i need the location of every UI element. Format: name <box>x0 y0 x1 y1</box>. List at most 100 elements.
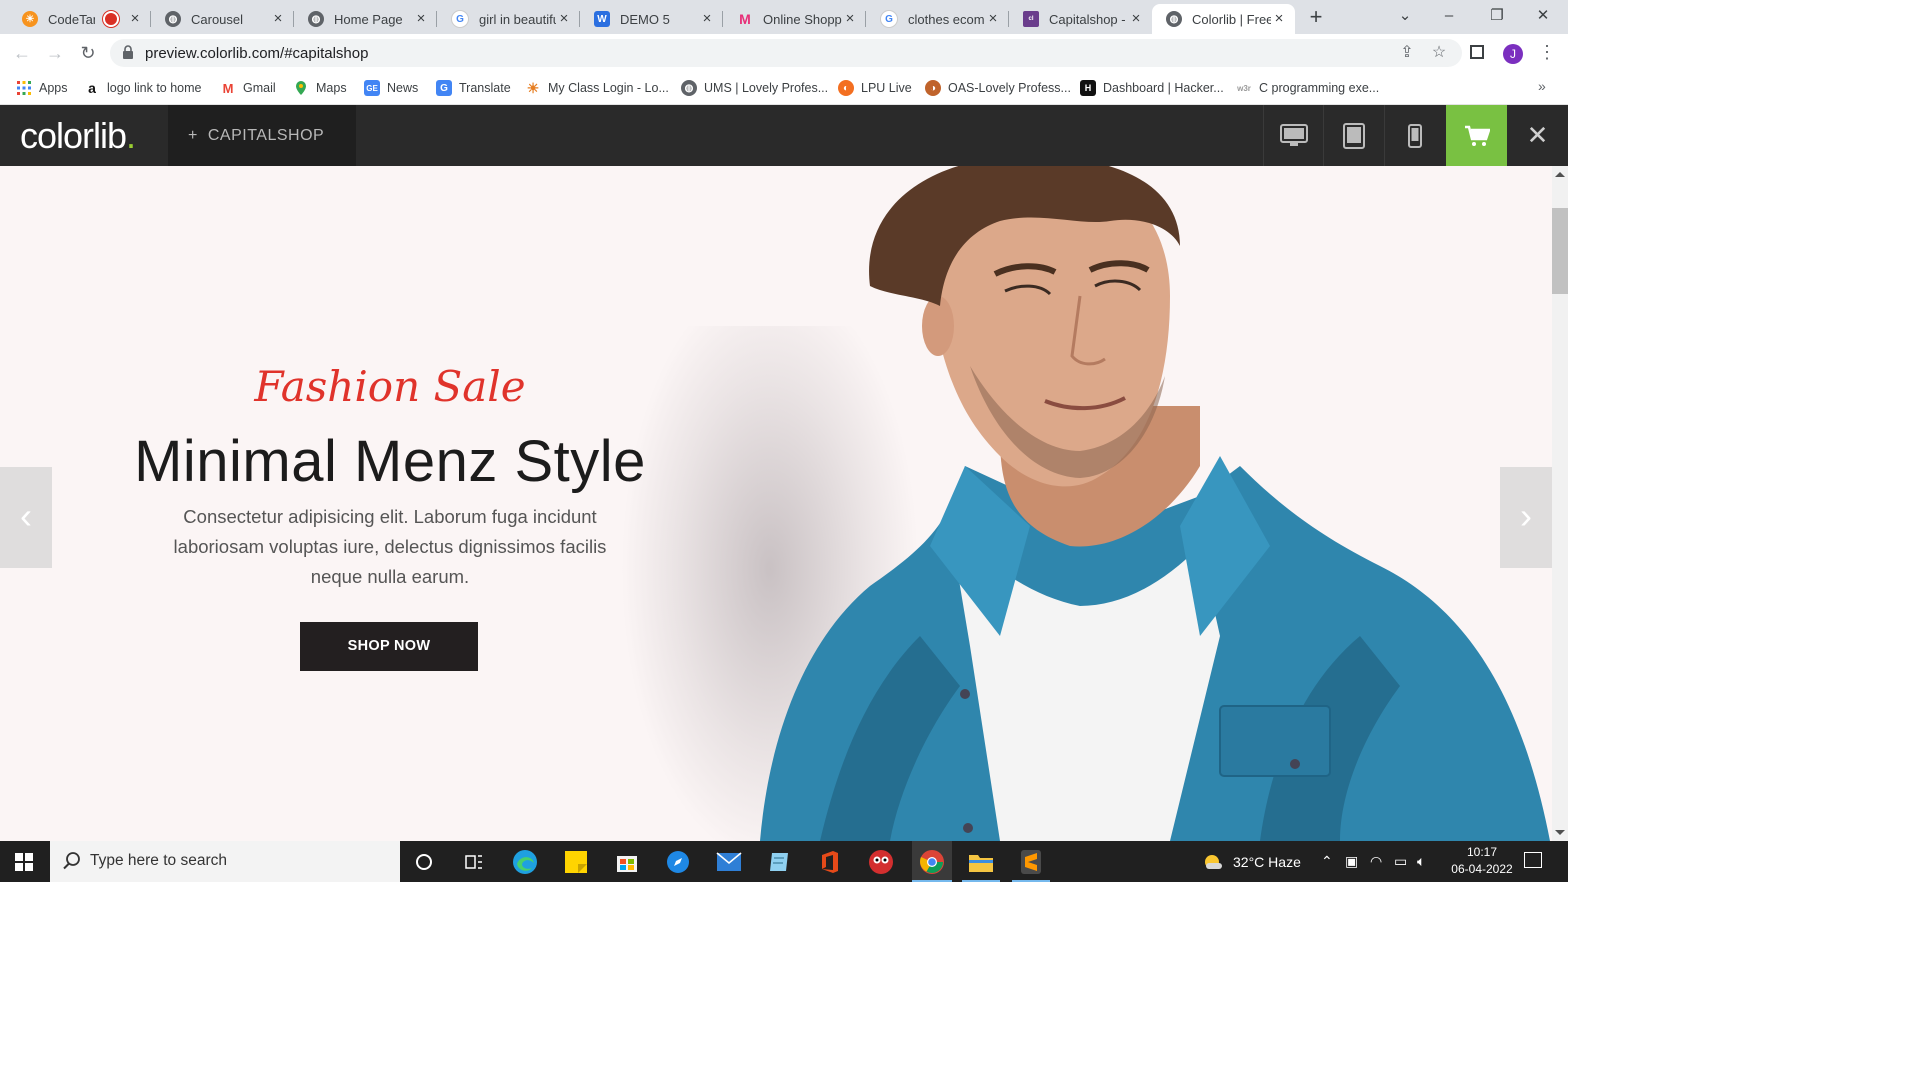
theme-selector-button[interactable]: + CAPITALSHOP <box>168 105 356 166</box>
notepad-icon[interactable] <box>765 847 795 877</box>
bookmark-oas[interactable]: ◑ OAS-Lovely Profess... <box>925 79 1071 97</box>
more-bookmarks-icon[interactable]: » <box>1538 78 1546 94</box>
bookmark-apps[interactable]: Apps <box>16 79 68 97</box>
close-tab-icon[interactable]: × <box>699 11 715 27</box>
desktop-icon <box>1279 123 1308 146</box>
cortana-icon[interactable] <box>409 847 439 877</box>
plus-icon: + <box>188 127 198 144</box>
close-preview-icon[interactable]: ✕ <box>1507 105 1568 166</box>
close-tab-icon[interactable]: × <box>985 11 1001 27</box>
file-explorer-icon[interactable] <box>966 847 996 877</box>
bookmark-star-icon[interactable]: ☆ <box>1429 43 1449 63</box>
sublime-text-icon[interactable] <box>1016 847 1046 877</box>
game-app-icon[interactable] <box>866 847 896 877</box>
meet-now-icon[interactable]: ▣ <box>1345 853 1358 870</box>
mobile-view-button[interactable] <box>1384 105 1444 166</box>
forward-arrow-icon[interactable]: → <box>41 40 69 68</box>
safari-compass-icon[interactable] <box>663 847 693 877</box>
bookmark-label: News <box>387 81 419 95</box>
tab-home-page[interactable]: ◍ Home Page × <box>294 4 437 34</box>
maps-pin-icon <box>296 81 306 95</box>
volume-icon[interactable]: 🔈︎ <box>1417 853 1425 870</box>
bookmark-logo-link[interactable]: a logo link to home <box>84 79 201 97</box>
amazon-icon: a <box>88 80 96 96</box>
tab-title: DEMO 5 <box>620 11 670 27</box>
theme-name: CAPITALSHOP <box>207 127 325 144</box>
google-favicon-icon: G <box>880 10 898 28</box>
bookmark-maps[interactable]: Maps <box>293 79 347 97</box>
close-window-icon[interactable]: ✕ <box>1520 0 1566 34</box>
bookmark-translate[interactable]: G Translate <box>436 79 511 97</box>
bookmark-ums[interactable]: ◍ UMS | Lovely Profes... <box>681 79 828 97</box>
microsoft-store-icon[interactable] <box>612 847 642 877</box>
close-tab-icon[interactable]: × <box>1128 11 1144 27</box>
close-tab-icon[interactable]: × <box>127 11 143 27</box>
tab-search-chevron-icon[interactable]: ⌄ <box>1382 0 1428 34</box>
bookmark-hackerrank[interactable]: H Dashboard | Hacker... <box>1080 79 1224 97</box>
clock-date: 06-04-2022 <box>1451 862 1513 876</box>
minimize-icon[interactable]: – <box>1426 0 1472 34</box>
bookmark-lpu-live[interactable]: ◐ LPU Live <box>838 79 912 97</box>
office-icon[interactable] <box>815 847 845 877</box>
scroll-thumb[interactable] <box>1552 208 1568 294</box>
tab-colorlib-active[interactable]: ◍ Colorlib | Free × <box>1152 4 1295 34</box>
weather-widget[interactable]: 32°C Haze <box>1203 852 1301 872</box>
close-tab-icon[interactable]: × <box>556 11 572 27</box>
restore-icon[interactable]: ❐ <box>1474 0 1520 34</box>
desktop-view-button[interactable] <box>1263 105 1323 166</box>
reload-icon[interactable]: ↻ <box>74 40 102 68</box>
oas-icon: ◑ <box>925 80 941 96</box>
share-icon[interactable]: ⇪ <box>1397 43 1417 63</box>
menu-kebab-icon[interactable]: ⋮ <box>1538 43 1556 63</box>
close-tab-icon[interactable]: × <box>413 11 429 27</box>
tab-carousel[interactable]: ◍ Carousel × <box>151 4 294 34</box>
tab-capitalshop[interactable]: cl Capitalshop - × <box>1009 4 1152 34</box>
buy-now-cart-button[interactable] <box>1446 105 1507 166</box>
task-view-icon[interactable] <box>459 847 489 877</box>
side-panel-icon[interactable] <box>1470 45 1484 59</box>
close-tab-icon[interactable]: × <box>270 11 286 27</box>
sticky-notes-icon[interactable] <box>561 847 591 877</box>
tab-google-girl[interactable]: G girl in beautiful × <box>437 4 580 34</box>
profile-avatar[interactable]: J <box>1503 44 1523 64</box>
hero-headline: Minimal Menz Style <box>134 429 646 494</box>
prev-slide-arrow-icon[interactable]: ‹ <box>0 467 52 568</box>
tab-online-shopping[interactable]: M Online Shopping × <box>723 4 866 34</box>
scroll-up-arrow-icon[interactable] <box>1555 172 1565 177</box>
colorlib-logo[interactable]: colorlib. <box>20 115 136 157</box>
back-arrow-icon[interactable]: ← <box>8 40 36 68</box>
wifi-icon[interactable]: ◠ <box>1370 853 1382 870</box>
close-tab-icon[interactable]: × <box>842 11 858 27</box>
bookmark-gmail[interactable]: M Gmail <box>220 79 276 97</box>
new-tab-icon[interactable]: + <box>1302 4 1330 32</box>
shop-now-button[interactable]: SHOP NOW <box>300 622 478 671</box>
bookmark-my-class[interactable]: ☀ My Class Login - Lo... <box>525 79 669 97</box>
page-scrollbar[interactable] <box>1552 166 1568 841</box>
browser-tab-strip: ☀ CodeTantra × ◍ Carousel × ◍ Home Page … <box>0 0 1568 34</box>
battery-icon[interactable]: ▭ <box>1394 853 1407 870</box>
chrome-active-indicator <box>912 880 952 882</box>
tab-title: Online Shopping <box>763 11 842 27</box>
address-bar[interactable]: preview.colorlib.com/#capitalshop ⇪ ☆ <box>110 39 1462 67</box>
weather-text: 32°C Haze <box>1233 854 1301 870</box>
scroll-down-arrow-icon[interactable] <box>1555 830 1565 835</box>
taskbar-clock[interactable]: 10:17 06-04-2022 <box>1440 844 1524 878</box>
tab-clothes-ecommerce[interactable]: G clothes ecommerce × <box>866 4 1009 34</box>
next-slide-arrow-icon[interactable]: › <box>1500 467 1552 568</box>
show-hidden-icons-chevron-icon[interactable]: ⌃ <box>1321 853 1333 870</box>
start-button[interactable] <box>0 841 48 882</box>
mail-icon[interactable] <box>714 847 744 877</box>
bookmark-news[interactable]: GE News <box>364 79 418 97</box>
action-center-icon[interactable] <box>1524 852 1542 868</box>
bookmark-label: My Class Login - Lo... <box>548 81 669 95</box>
chrome-icon[interactable] <box>912 841 952 882</box>
taskbar-search-box[interactable]: Type here to search <box>50 841 400 882</box>
tab-codetantra[interactable]: ☀ CodeTantra × <box>8 4 151 34</box>
edge-browser-icon[interactable] <box>510 847 540 877</box>
w-favicon-icon: W <box>594 11 610 27</box>
tab-demo-5[interactable]: W DEMO 5 × <box>580 4 723 34</box>
bookmark-c-programming[interactable]: w3r C programming exe... <box>1236 79 1379 97</box>
close-tab-icon[interactable]: × <box>1271 11 1287 27</box>
url-text[interactable]: preview.colorlib.com/#capitalshop <box>145 45 368 62</box>
tablet-view-button[interactable] <box>1323 105 1383 166</box>
